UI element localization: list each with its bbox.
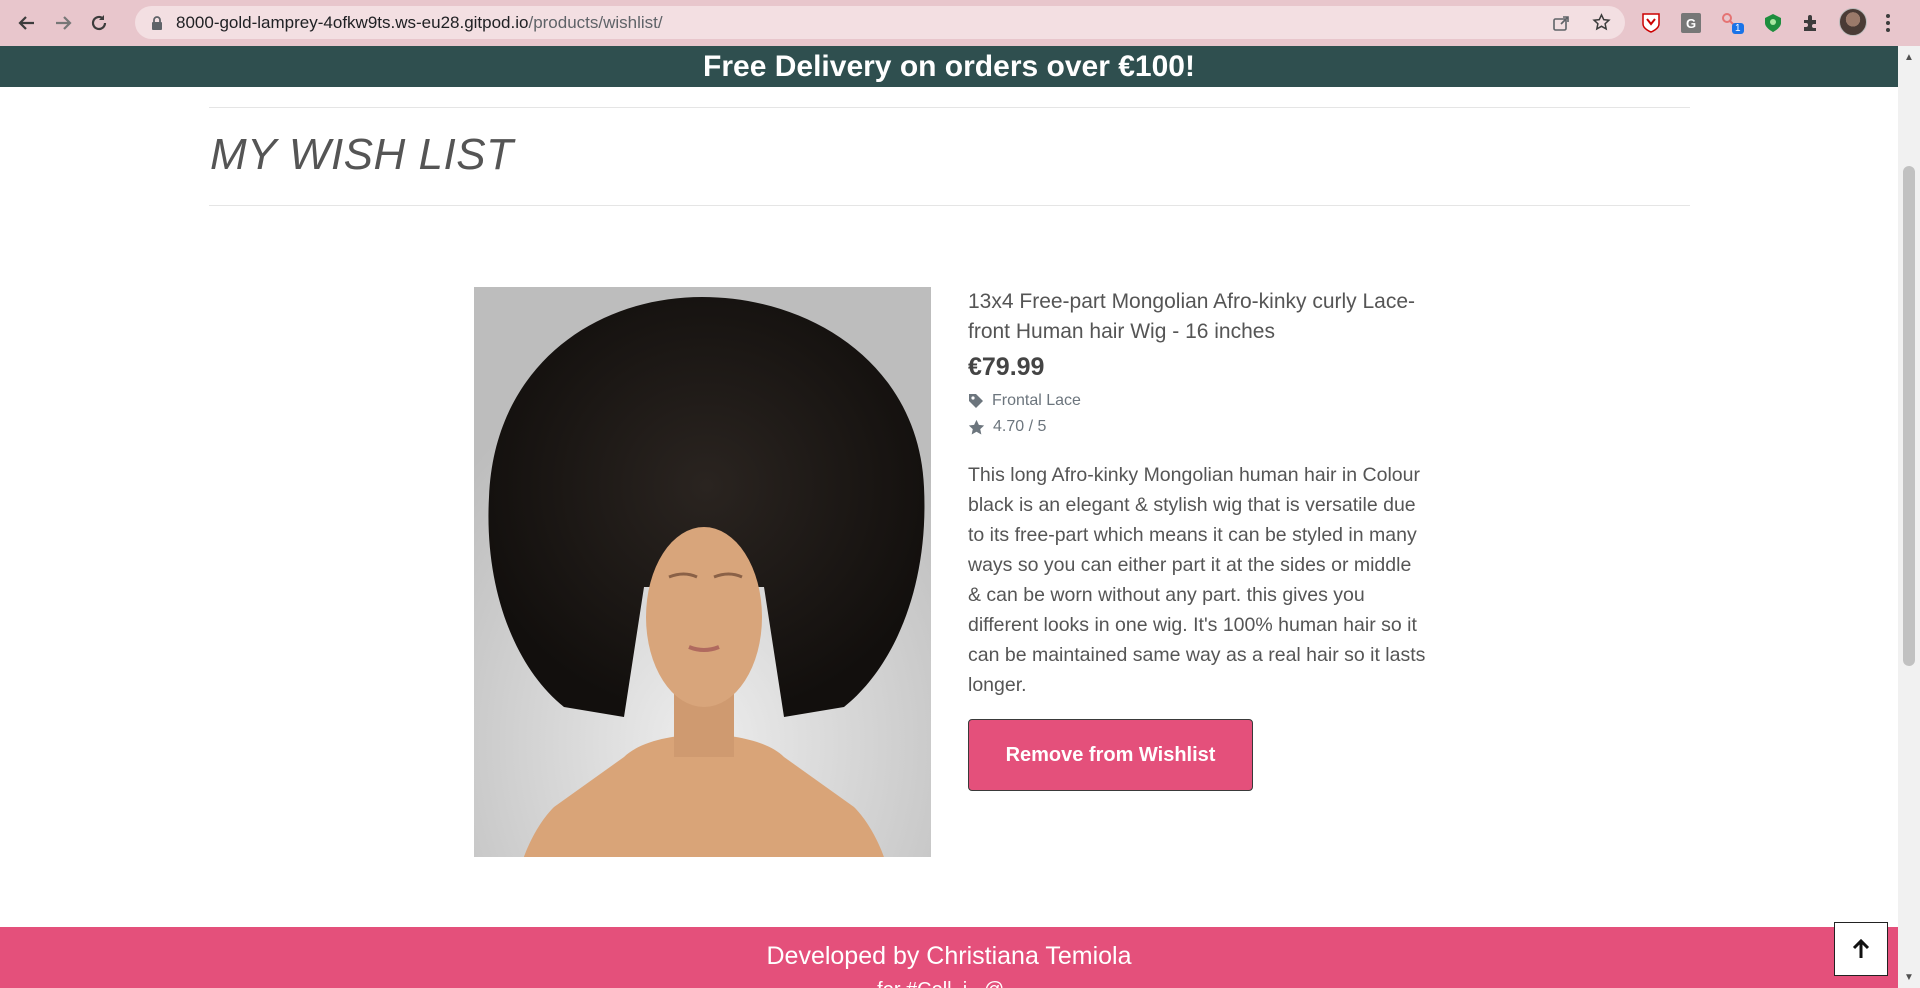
- url-text: 8000-gold-lamprey-4ofkw9ts.ws-eu28.gitpo…: [176, 13, 663, 33]
- rating-star-icon: [968, 419, 985, 434]
- scroll-down-arrow[interactable]: ▼: [1898, 968, 1920, 986]
- page-scrollbar[interactable]: ▲ ▼: [1898, 46, 1920, 988]
- url-host: 8000-gold-lamprey-4ofkw9ts.ws-eu28.gitpo…: [176, 12, 529, 32]
- rating-value: 4.70 / 5: [993, 418, 1047, 435]
- reload-button[interactable]: [81, 5, 117, 41]
- puzzle-icon[interactable]: [1801, 9, 1821, 37]
- category-label: Frontal Lace: [992, 392, 1081, 409]
- menu-icon[interactable]: [1885, 9, 1891, 37]
- banner-text: Free Delivery on orders over €100!: [703, 49, 1195, 83]
- extension-leaf-icon[interactable]: [1763, 9, 1783, 37]
- forward-icon: [56, 16, 72, 30]
- page-viewport: Free Delivery on orders over €100! MY WI…: [0, 46, 1898, 988]
- forward-button[interactable]: [45, 5, 81, 41]
- share-icon[interactable]: [1552, 14, 1570, 32]
- divider: [209, 205, 1690, 206]
- lock-icon[interactable]: [150, 15, 164, 31]
- footer: Developed by Christiana Temiola for #Col…: [0, 927, 1898, 988]
- product-price: €79.99: [968, 353, 1045, 381]
- product-image[interactable]: [474, 287, 931, 857]
- product-description: This long Afro-kinky Mongolian human hai…: [968, 464, 1426, 696]
- extension-g-icon[interactable]: G: [1681, 9, 1701, 37]
- url-path: /products/wishlist/: [528, 12, 663, 32]
- footer-credit-line2: for #Coll..i.. @...: [0, 979, 1898, 988]
- delivery-banner: Free Delivery on orders over €100!: [0, 46, 1898, 87]
- scroll-up-arrow[interactable]: ▲: [1898, 48, 1920, 66]
- back-icon: [18, 16, 34, 30]
- back-to-top-button[interactable]: [1834, 922, 1888, 976]
- remove-from-wishlist-button[interactable]: Remove from Wishlist: [968, 719, 1253, 791]
- extension-shield-icon[interactable]: [1641, 9, 1661, 37]
- star-icon[interactable]: [1592, 13, 1611, 32]
- divider: [209, 107, 1690, 108]
- extension-badge-icon[interactable]: 1: [1720, 9, 1744, 37]
- back-button[interactable]: [9, 5, 45, 41]
- scroll-thumb[interactable]: [1903, 166, 1915, 666]
- arrow-up-icon: [1852, 938, 1870, 958]
- footer-credit: Developed by Christiana Temiola: [766, 942, 1132, 970]
- product-info: 13x4 Free-part Mongolian Afro-kinky curl…: [968, 287, 1428, 791]
- address-bar[interactable]: 8000-gold-lamprey-4ofkw9ts.ws-eu28.gitpo…: [135, 6, 1625, 39]
- avatar[interactable]: [1839, 8, 1867, 36]
- reload-icon: [91, 15, 107, 31]
- tag-icon: [969, 394, 983, 408]
- page-title: MY WISH LIST: [210, 130, 514, 179]
- extension-badge-count: 1: [1732, 23, 1744, 34]
- product-rating: 4.70 / 5: [968, 418, 1428, 436]
- product-name[interactable]: 13x4 Free-part Mongolian Afro-kinky curl…: [968, 287, 1428, 347]
- browser-toolbar: 8000-gold-lamprey-4ofkw9ts.ws-eu28.gitpo…: [0, 0, 1920, 46]
- product-category[interactable]: Frontal Lace: [968, 392, 1428, 410]
